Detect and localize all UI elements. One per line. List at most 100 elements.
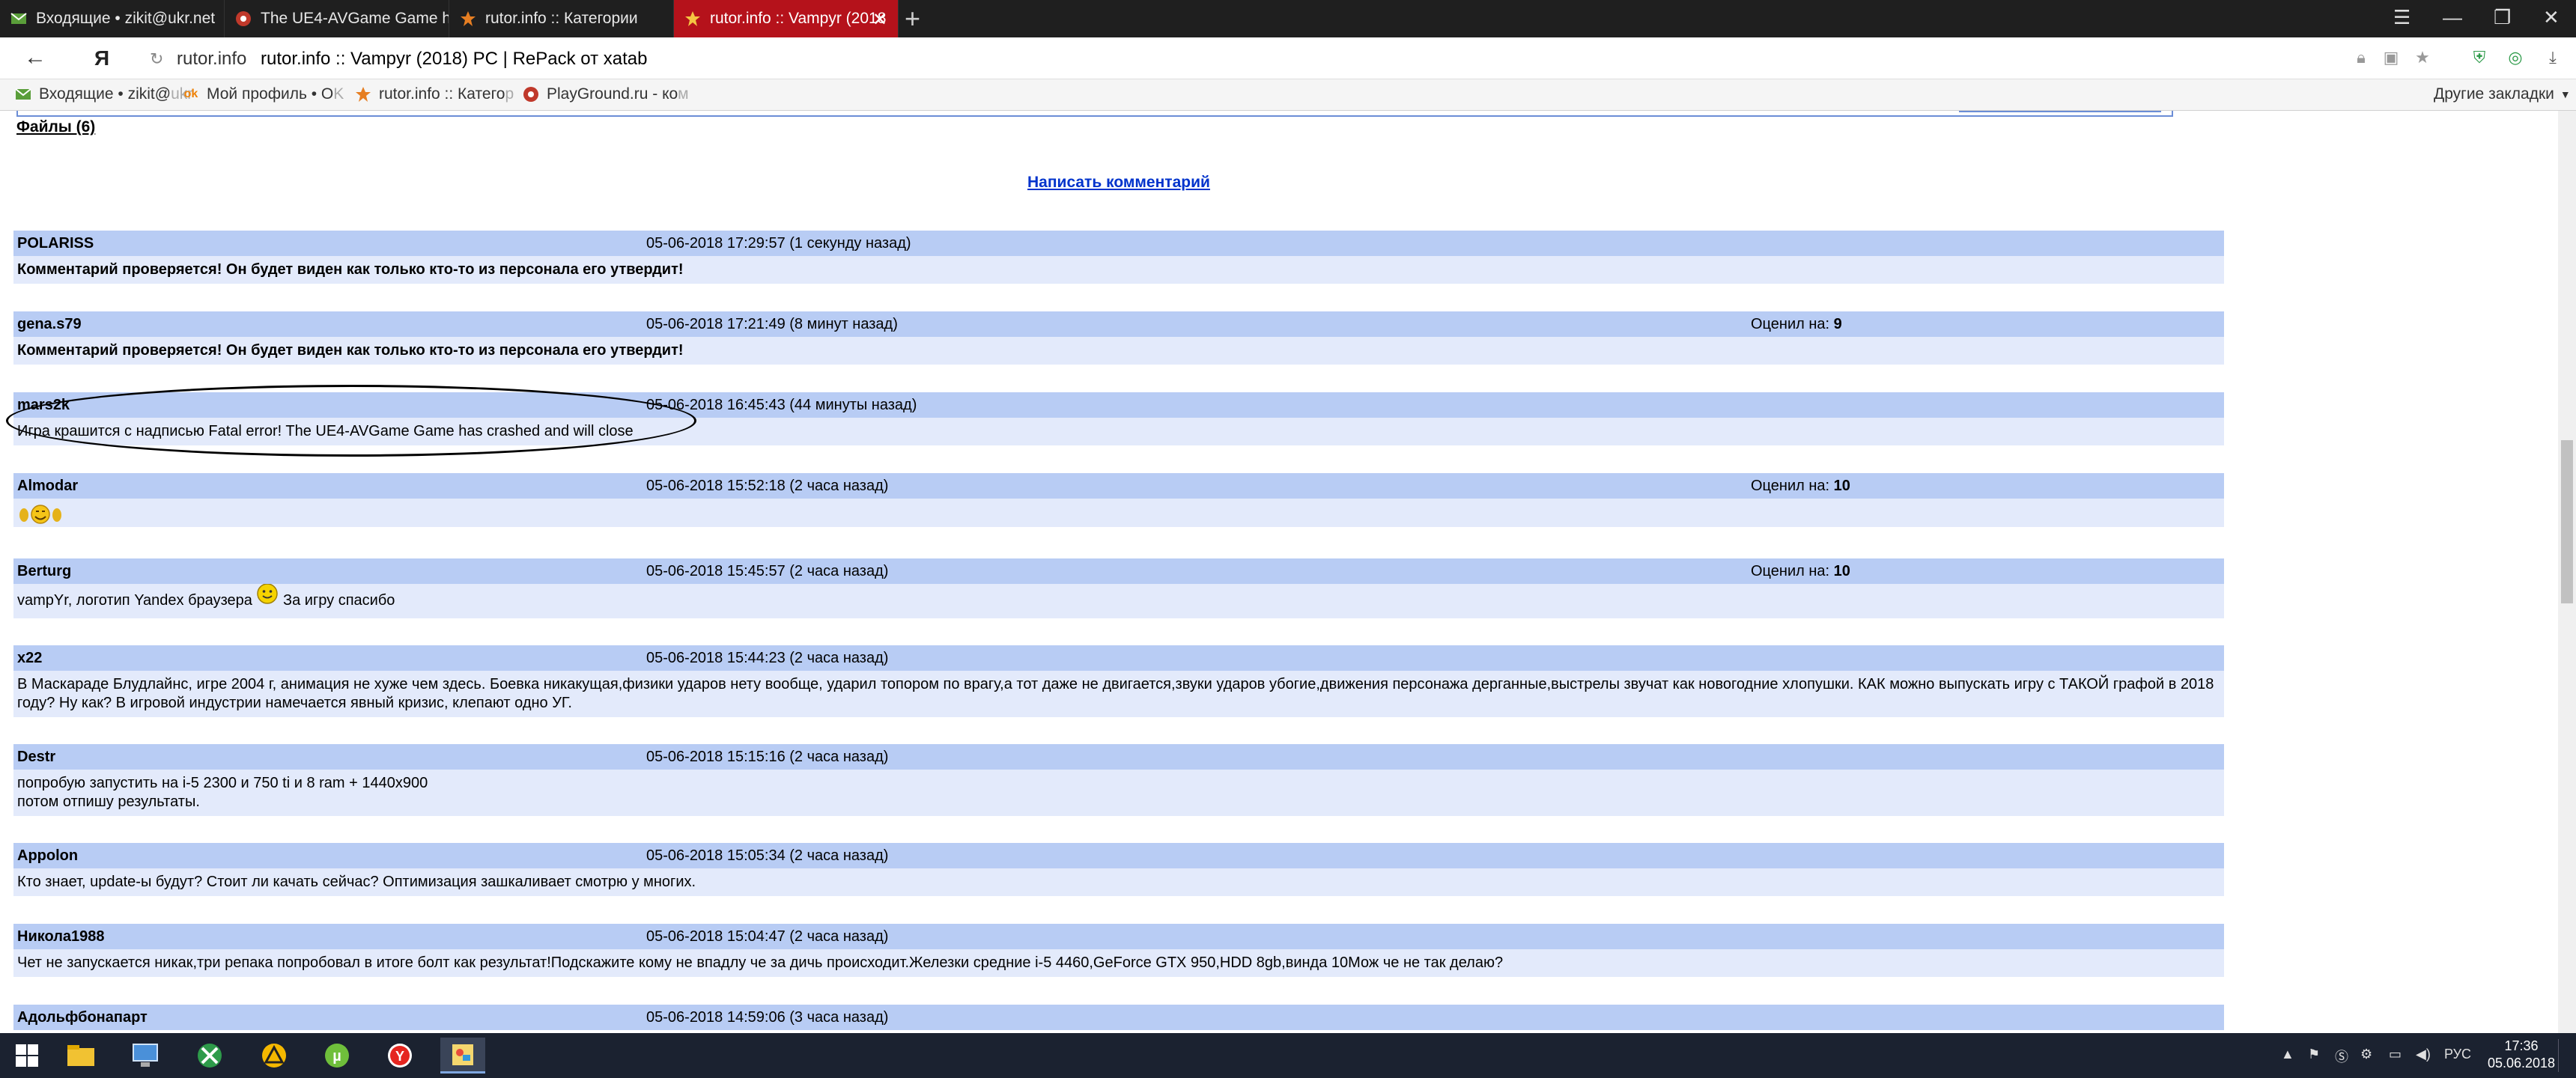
mail-icon xyxy=(10,10,27,27)
tab-label: rutor.info :: Vampyr (2018 xyxy=(710,10,887,27)
yandex-browser-icon[interactable]: Y xyxy=(377,1038,422,1074)
tab-rutor-categories[interactable]: rutor.info :: Категории xyxy=(449,0,674,37)
xbox-icon[interactable] xyxy=(187,1038,232,1074)
other-bookmarks[interactable]: Другие закладки ▼ xyxy=(2434,85,2571,103)
comment: Адольфбонапарт 05-06-2018 14:59:06 (3 ча… xyxy=(13,1005,2224,1030)
comment-date: 05-06-2018 15:52:18 (2 часа назад) xyxy=(646,478,889,494)
comment-user[interactable]: Almodar xyxy=(17,478,78,495)
bookmark-star-icon[interactable]: ★ xyxy=(2411,46,2434,69)
svg-text:Y: Y xyxy=(395,1049,404,1064)
tab-ue4[interactable]: The UE4-AVGame Game has xyxy=(225,0,449,37)
flag-icon[interactable]: ⚑ xyxy=(2308,1047,2320,1062)
comment-user[interactable]: POLARISS xyxy=(17,235,94,252)
new-tab-button[interactable]: + xyxy=(905,3,920,34)
tab-rutor-vampyr[interactable]: rutor.info :: Vampyr (2018 ✕ xyxy=(674,0,899,37)
comment-user[interactable]: Berturg xyxy=(17,563,71,580)
close-window-button[interactable]: ✕ xyxy=(2543,6,2560,29)
scrollbar-thumb[interactable] xyxy=(2561,440,2573,603)
comment-header: Destr 05-06-2018 15:15:16 (2 часа назад) xyxy=(13,744,2224,770)
mail-icon xyxy=(15,86,31,103)
comment-header: Адольфбонапарт 05-06-2018 14:59:06 (3 ча… xyxy=(13,1005,2224,1030)
hand-drawn-circle-annotation xyxy=(6,385,696,457)
comment-date: 05-06-2018 17:21:49 (8 минут назад) xyxy=(646,316,898,332)
clock[interactable]: 17:36 05.06.2018 xyxy=(2480,1038,2563,1072)
close-tab-icon[interactable]: ✕ xyxy=(872,9,887,31)
tray-arrow-icon[interactable]: ▲ xyxy=(2281,1047,2294,1062)
comment-rating: Оценил на: 9 xyxy=(1751,316,1842,332)
chevron-down-icon: ▼ xyxy=(2560,88,2571,100)
comment-date: 05-06-2018 15:05:34 (2 часа назад) xyxy=(646,847,889,864)
smiley-icon xyxy=(256,583,279,610)
write-comment-link[interactable]: Написать комментарий xyxy=(1027,174,1210,192)
menu-icon[interactable]: ☰ xyxy=(2393,6,2411,29)
yandex-logo-icon[interactable]: Я xyxy=(94,46,109,70)
windows-start-icon[interactable] xyxy=(4,1038,49,1074)
minimize-button[interactable]: — xyxy=(2443,6,2462,29)
comment-text: Кто знает, update-ы будут? Стоит ли кача… xyxy=(13,868,2224,896)
comment: Berturg 05-06-2018 15:45:57 (2 часа наза… xyxy=(13,558,2224,618)
download-icon[interactable]: ⤓ xyxy=(2542,46,2564,69)
url-title[interactable]: rutor.info :: Vampyr (2018) PC | RePack … xyxy=(261,49,647,70)
utorrent-icon[interactable]: µ xyxy=(315,1038,359,1074)
restore-button[interactable]: ❐ xyxy=(2494,6,2511,29)
comment-date: 05-06-2018 17:29:57 (1 секунду назад) xyxy=(646,235,911,252)
extension-icon[interactable]: ◎ xyxy=(2504,46,2527,69)
comment-user[interactable]: Никола1988 xyxy=(17,928,105,945)
taskbar: µ Y ▲ ⚑ Ⓢ ⚙ ▭ ◀) РУС 17:36 05.06.2018 xyxy=(0,1033,2576,1078)
comment-text: vampYr, логотип Yandex браузера За игру … xyxy=(13,583,2224,618)
bookmark-playground[interactable]: PlayGround.ru - ко м xyxy=(523,85,689,103)
network-icon[interactable]: ▭ xyxy=(2389,1047,2402,1062)
url-host[interactable]: rutor.info xyxy=(177,49,246,70)
ok-icon: ok xyxy=(183,88,198,100)
bookmark-ok-profile[interactable]: ok Мой профиль • OK xyxy=(183,85,344,103)
lock-icon[interactable]: 🔒︎ xyxy=(2350,46,2372,69)
volume-icon[interactable]: ◀) xyxy=(2416,1047,2431,1062)
comment: Appolon 05-06-2018 15:05:34 (2 часа наза… xyxy=(13,843,2224,896)
tab-label: The UE4-AVGame Game has xyxy=(261,10,449,27)
comment-text: Комментарий проверяется! Он будет виден … xyxy=(13,337,2224,365)
back-arrow-icon[interactable]: ← xyxy=(24,45,46,70)
comment-header: x22 05-06-2018 15:44:23 (2 часа назад) xyxy=(13,645,2224,671)
comment-user[interactable]: Destr xyxy=(17,749,55,766)
comment-header: Almodar 05-06-2018 15:52:18 (2 часа наза… xyxy=(13,473,2224,499)
comment-date: 05-06-2018 14:59:06 (3 часа назад) xyxy=(646,1009,889,1026)
comment-date: 05-06-2018 15:15:16 (2 часа назад) xyxy=(646,749,889,765)
comment-user[interactable]: Appolon xyxy=(17,847,78,865)
paint-icon[interactable] xyxy=(440,1038,485,1074)
tab-mail[interactable]: Входящие • zikit@ukr.net xyxy=(0,0,225,37)
skype-icon[interactable]: Ⓢ xyxy=(2335,1047,2348,1066)
comment-user[interactable]: Адольфбонапарт xyxy=(17,1009,148,1026)
comment-text: Комментарий проверяется! Он будет виден … xyxy=(13,256,2224,284)
comment-header: POLARISS 05-06-2018 17:29:57 (1 секунду … xyxy=(13,231,2224,256)
file-explorer-icon[interactable] xyxy=(58,1038,103,1074)
comment-text: Чет не запускается никак,три репака попр… xyxy=(13,949,2224,977)
comment-user[interactable]: x22 xyxy=(17,650,42,667)
reload-icon[interactable]: ↻ xyxy=(150,49,163,69)
comment-text: попробую запустить на i-5 2300 и 750 ti … xyxy=(13,770,2224,816)
comment-header: gena.s79 05-06-2018 17:21:49 (8 минут на… xyxy=(13,311,2224,337)
svg-text:µ: µ xyxy=(332,1048,341,1065)
rutor-icon xyxy=(460,10,476,27)
tab-label: Входящие • zikit@ukr.net xyxy=(36,10,216,27)
gear-icon[interactable]: ⚙ xyxy=(2360,1047,2372,1062)
rutor-icon xyxy=(684,10,701,27)
description-box-edge xyxy=(16,111,2173,117)
playground-icon xyxy=(523,86,539,103)
bookmarks-bar: Входящие • zikit@ ukr ok Мой профиль • OK… xyxy=(0,79,2576,111)
address-bar: ← Я ↻ rutor.info rutor.info :: Vampyr (2… xyxy=(0,37,2576,79)
keyboard-lang[interactable]: РУС xyxy=(2444,1047,2471,1062)
reader-icon[interactable]: ▣ xyxy=(2380,46,2402,69)
comment: gena.s79 05-06-2018 17:21:49 (8 минут на… xyxy=(13,311,2224,365)
show-desktop-button[interactable] xyxy=(2558,1039,2573,1072)
bookmark-mail[interactable]: Входящие • zikit@ ukr xyxy=(15,85,192,103)
vertical-scrollbar[interactable] xyxy=(2558,111,2576,1033)
adguard-icon[interactable]: ⛨ xyxy=(2468,46,2491,69)
comment-text: В Маскараде Блудлайнс, игре 2004 г, аним… xyxy=(13,671,2224,717)
files-link[interactable]: Файлы (6) xyxy=(16,118,95,136)
comment-date: 05-06-2018 16:45:43 (44 минуты назад) xyxy=(646,397,917,413)
bookmark-rutor[interactable]: rutor.info :: Катего р xyxy=(355,85,514,103)
computer-icon[interactable] xyxy=(123,1038,168,1074)
comment-user[interactable]: gena.s79 xyxy=(17,316,82,333)
comment-date: 05-06-2018 15:04:47 (2 часа назад) xyxy=(646,928,889,945)
game-launcher-icon[interactable] xyxy=(252,1038,297,1074)
